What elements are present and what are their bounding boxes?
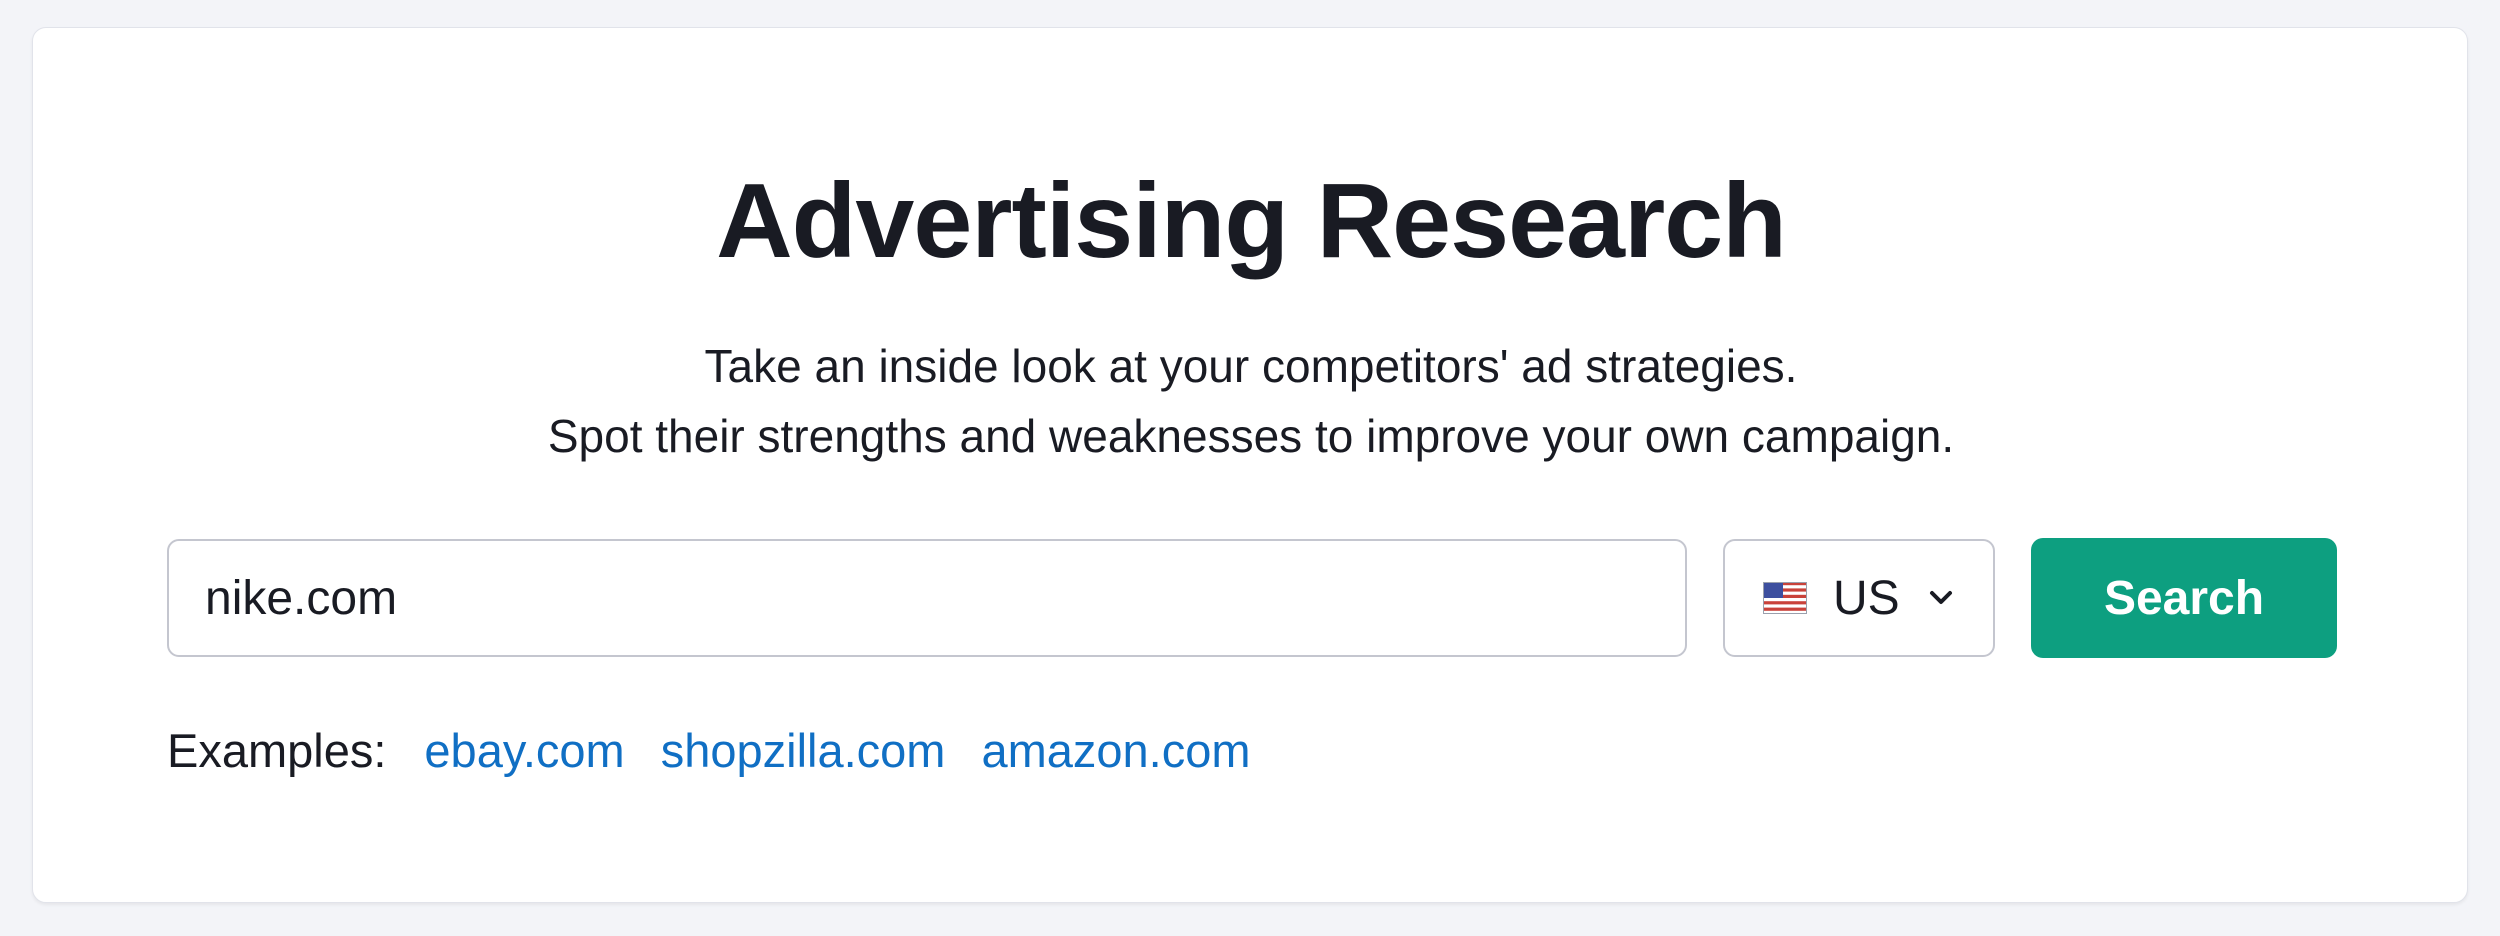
- subtitle-line-1: Take an inside look at your competitors'…: [704, 340, 1798, 392]
- search-button[interactable]: Search: [2031, 538, 2337, 658]
- examples-label: Examples:: [167, 723, 387, 777]
- country-select[interactable]: US: [1723, 539, 1995, 657]
- example-link-shopzilla[interactable]: shopzilla.com: [661, 723, 946, 778]
- example-link-amazon[interactable]: amazon.com: [981, 723, 1250, 778]
- us-flag-icon: [1763, 582, 1807, 614]
- domain-search-input[interactable]: [167, 539, 1687, 657]
- country-label: US: [1833, 571, 1900, 625]
- example-link-ebay[interactable]: ebay.com: [424, 723, 624, 778]
- subtitle-line-2: Spot their strengths and weaknesses to i…: [547, 410, 1955, 462]
- page-title: Advertising Research: [716, 162, 1787, 280]
- advertising-research-card: Advertising Research Take an inside look…: [32, 27, 2468, 903]
- examples-row: Examples: ebay.com shopzilla.com amazon.…: [167, 720, 1287, 780]
- chevron-down-icon: [1929, 591, 1952, 604]
